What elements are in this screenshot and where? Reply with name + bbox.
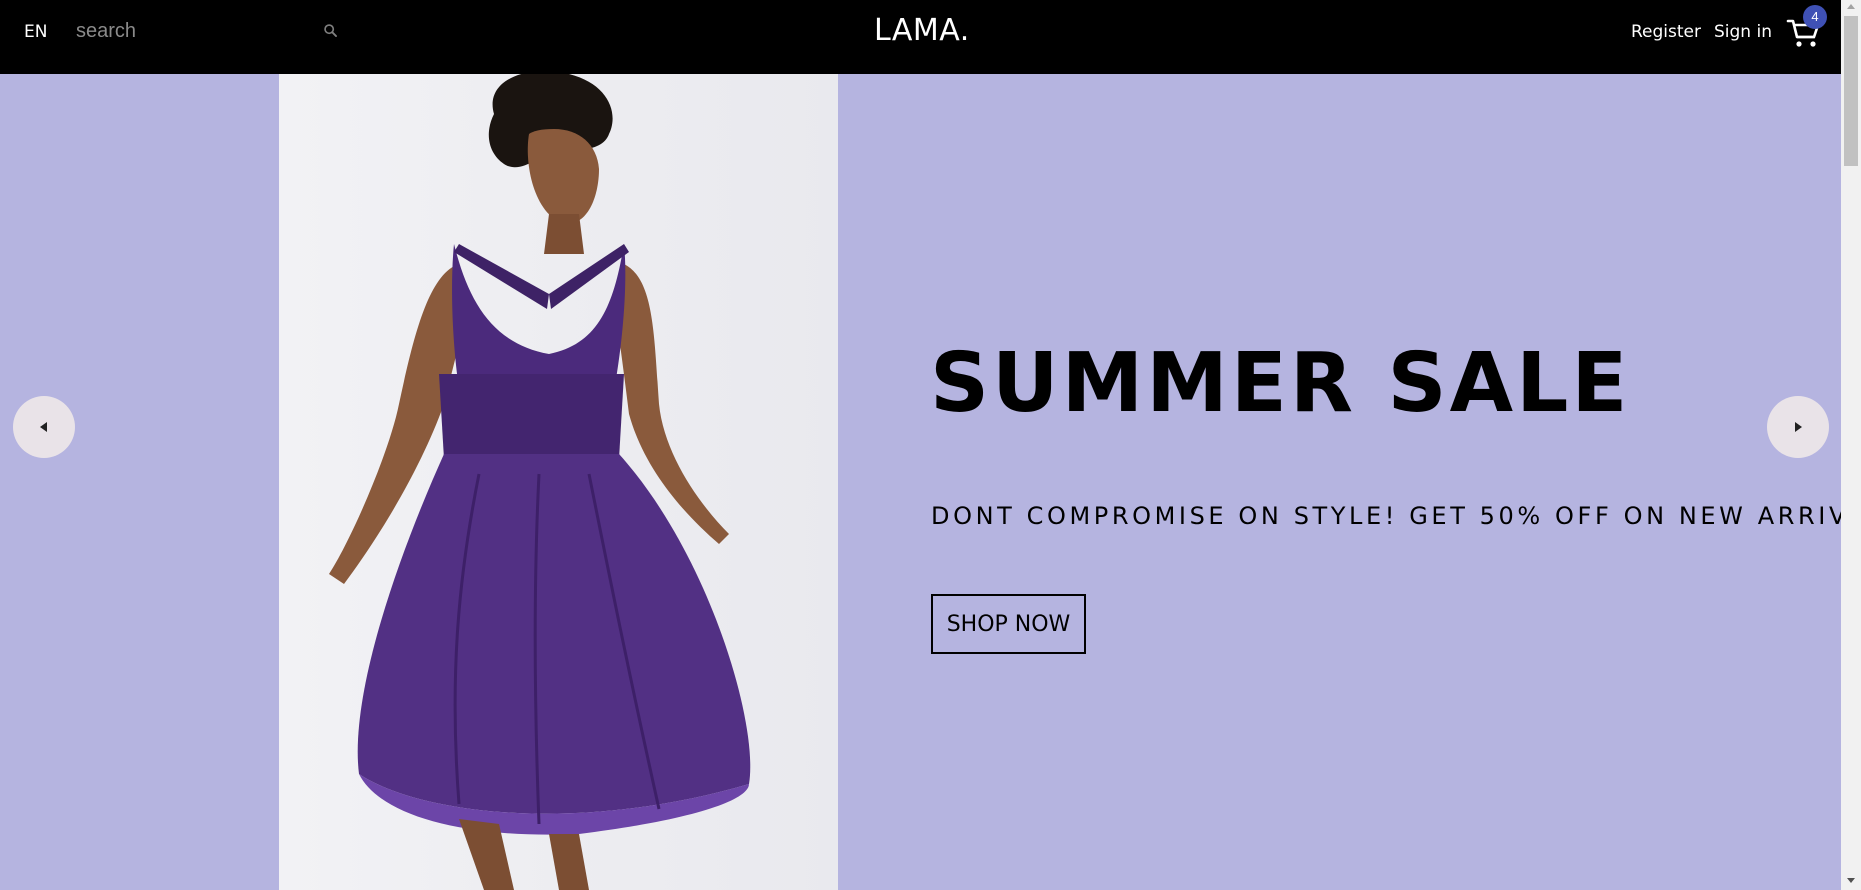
logo[interactable]: LAMA.	[874, 13, 970, 48]
slider-prev-button[interactable]	[13, 396, 75, 458]
scroll-down-arrow-icon[interactable]	[1847, 878, 1855, 883]
page-scrollbar[interactable]	[1841, 0, 1861, 890]
slider-next-button[interactable]	[1767, 396, 1829, 458]
hero-image	[279, 74, 838, 890]
hero-slider: SUMMER SALE DONT COMPROMISE ON STYLE! GE…	[0, 74, 1861, 890]
search-icon[interactable]	[320, 20, 342, 42]
language-label[interactable]: EN	[24, 22, 47, 42]
hero-title: SUMMER SALE	[930, 336, 1631, 431]
register-link[interactable]: Register	[1631, 22, 1701, 42]
search-input[interactable]	[76, 16, 316, 46]
shop-now-button[interactable]: SHOP NOW	[931, 594, 1086, 654]
page: EN LAMA. Register Sign in 4	[0, 0, 1861, 890]
signin-link[interactable]: Sign in	[1714, 22, 1772, 42]
search-container	[62, 12, 352, 50]
dress-model-illustration	[329, 74, 751, 890]
navbar: EN LAMA. Register Sign in 4	[0, 0, 1841, 74]
scrollbar-thumb[interactable]	[1844, 16, 1858, 166]
scroll-up-arrow-icon[interactable]	[1847, 4, 1855, 9]
arrow-left-icon	[40, 422, 47, 432]
hero-description: DONT COMPROMISE ON STYLE! GET 50% OFF ON…	[931, 502, 1861, 530]
cart-count-badge: 4	[1803, 5, 1827, 29]
arrow-right-icon	[1795, 422, 1802, 432]
